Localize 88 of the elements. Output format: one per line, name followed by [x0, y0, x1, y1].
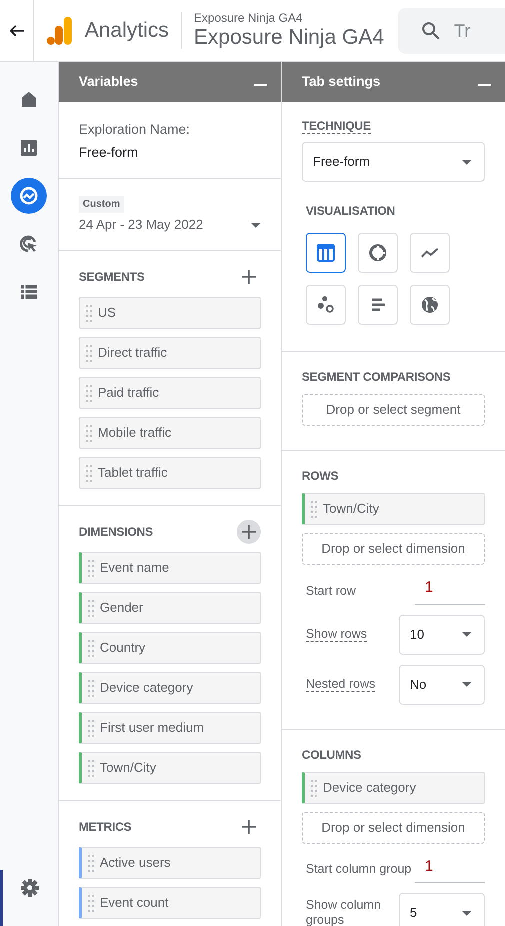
- dropdown-arrow-icon: [462, 682, 472, 687]
- technique-select[interactable]: Free-form: [302, 142, 485, 182]
- panel-title: Tab settings: [302, 72, 381, 91]
- segment-chip[interactable]: Direct traffic: [79, 337, 261, 369]
- dimension-chip[interactable]: Town/City: [79, 752, 261, 784]
- number-select[interactable]: 10: [399, 614, 485, 654]
- plus-icon: [241, 524, 257, 540]
- drag-handle-icon[interactable]: [88, 679, 94, 697]
- field-label: Show column groups: [306, 898, 386, 926]
- field-label: Nested rows: [306, 676, 376, 692]
- section-title: ROWS: [302, 468, 340, 485]
- date-badge: Custom: [79, 196, 124, 212]
- table-icon: [316, 243, 336, 263]
- section-title: COLUMNS: [302, 746, 362, 764]
- add-button[interactable]: [237, 520, 261, 544]
- explore-icon: [18, 185, 40, 207]
- segment-chip[interactable]: Tablet traffic: [79, 457, 261, 489]
- back-arrow-icon[interactable]: [10, 24, 24, 36]
- line-chart-option[interactable]: [410, 233, 450, 273]
- date-range[interactable]: 24 Apr - 23 May 2022: [79, 214, 204, 234]
- scatter-plot-icon: [316, 295, 336, 315]
- segment-chip[interactable]: Paid traffic: [79, 377, 261, 409]
- dimension-chip[interactable]: Event name: [79, 552, 261, 584]
- globe-option[interactable]: [410, 285, 450, 325]
- search-icon: [422, 22, 440, 40]
- drag-handle-icon[interactable]: [88, 559, 94, 577]
- logo-icon: [47, 16, 73, 44]
- dimension-chip[interactable]: Gender: [79, 592, 261, 624]
- section-title: DIMENSIONS: [79, 524, 154, 541]
- number-input[interactable]: 1: [415, 856, 485, 883]
- drag-handle-icon[interactable]: [88, 719, 94, 737]
- dimension-chip[interactable]: Country: [79, 632, 261, 664]
- drop-zone[interactable]: Drop or select segment: [302, 394, 485, 426]
- drag-handle-icon[interactable]: [86, 424, 92, 442]
- drag-handle-icon[interactable]: [88, 894, 94, 912]
- donut-chart-icon: [368, 243, 388, 263]
- dimension-chip[interactable]: Device category: [79, 672, 261, 704]
- drag-handle-icon[interactable]: [86, 344, 92, 362]
- dropdown-arrow-icon: [462, 160, 472, 164]
- drag-handle-icon[interactable]: [86, 304, 92, 322]
- drag-handle-icon[interactable]: [88, 759, 94, 777]
- metric-chip[interactable]: Active users: [79, 847, 261, 879]
- dimension-chip[interactable]: First user medium: [79, 712, 261, 744]
- field-label: Start row: [306, 584, 356, 598]
- plus-icon: [241, 819, 257, 835]
- segment-chip[interactable]: Mobile traffic: [79, 417, 261, 449]
- scatter-plot-option[interactable]: [306, 285, 346, 325]
- exploration-name[interactable]: Free-form: [79, 143, 261, 164]
- field-label: Start column group: [306, 862, 412, 876]
- globe-icon: [420, 295, 440, 315]
- property-name[interactable]: Exposure Ninja GA4: [194, 26, 384, 49]
- table-option[interactable]: [306, 233, 346, 273]
- section-title: TECHNIQUE: [302, 119, 371, 134]
- dimension-chip[interactable]: Town/City: [302, 493, 485, 525]
- drag-handle-icon[interactable]: [311, 500, 317, 518]
- dropdown-arrow-icon[interactable]: [251, 223, 261, 228]
- drag-handle-icon[interactable]: [88, 599, 94, 617]
- app-name: Analytics: [85, 18, 170, 44]
- dropdown-arrow-icon: [462, 632, 472, 637]
- panel-title: Variables: [79, 72, 138, 91]
- bar-chart-option[interactable]: [358, 285, 398, 325]
- settings-icon[interactable]: [19, 877, 41, 899]
- field-label: Show rows: [306, 626, 368, 642]
- dropdown-arrow-icon: [462, 910, 472, 916]
- account-name[interactable]: Exposure Ninja GA4: [194, 12, 384, 26]
- field-label: Exploration Name:: [79, 121, 192, 139]
- drop-zone[interactable]: Drop or select dimension: [302, 812, 485, 844]
- section-title: VISUALISATION: [306, 203, 396, 220]
- drag-handle-icon[interactable]: [86, 464, 92, 482]
- dimension-chip[interactable]: Device category: [302, 772, 485, 804]
- number-input[interactable]: 1: [415, 577, 485, 604]
- number-select[interactable]: 5: [399, 893, 485, 926]
- bar-chart-icon: [18, 137, 40, 159]
- number-select[interactable]: No: [399, 664, 485, 704]
- section-title: SEGMENT COMPARISONS: [302, 369, 452, 386]
- drag-handle-icon[interactable]: [88, 639, 94, 657]
- section-title: METRICS: [79, 819, 132, 836]
- drag-handle-icon[interactable]: [311, 778, 317, 796]
- explore-nav-button[interactable]: [11, 178, 47, 214]
- donut-chart-option[interactable]: [358, 233, 398, 273]
- plus-icon: [241, 269, 257, 285]
- drop-zone[interactable]: Drop or select dimension: [302, 533, 485, 565]
- metric-chip[interactable]: Event count: [79, 887, 261, 919]
- drag-handle-icon[interactable]: [88, 854, 94, 872]
- drag-handle-icon[interactable]: [86, 384, 92, 402]
- search-field[interactable]: Tr: [398, 8, 505, 54]
- section-title: SEGMENTS: [79, 269, 145, 286]
- segment-chip[interactable]: US: [79, 297, 261, 329]
